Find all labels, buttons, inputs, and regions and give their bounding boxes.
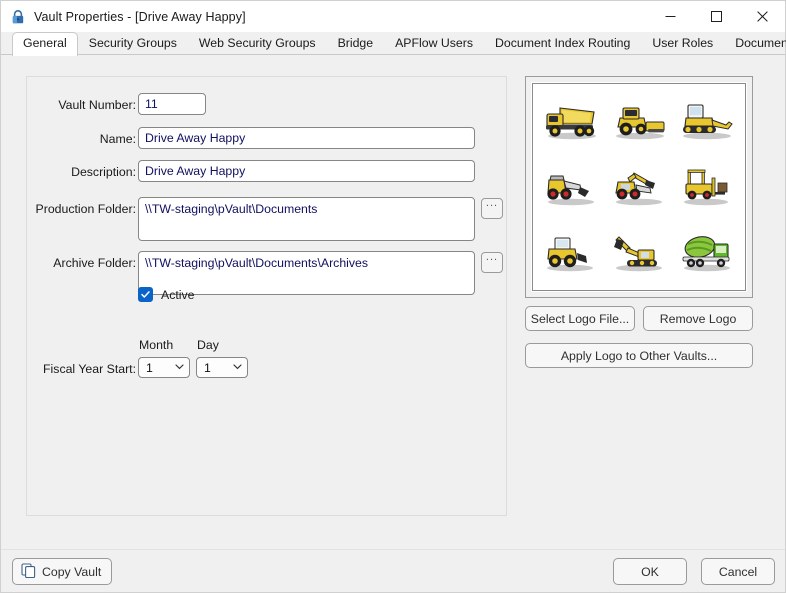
- tab-web-security-groups[interactable]: Web Security Groups: [188, 32, 327, 55]
- tab-user-roles[interactable]: User Roles: [641, 32, 724, 55]
- ok-button[interactable]: OK: [613, 558, 687, 585]
- month-value: 1: [146, 360, 153, 375]
- chevron-down-icon: [232, 361, 243, 375]
- tab-bar: General Security Groups Web Security Gro…: [1, 32, 786, 56]
- close-button[interactable]: [739, 1, 785, 32]
- window-controls: [647, 1, 785, 32]
- dialog-footer: Copy Vault OK Cancel: [1, 549, 785, 592]
- active-checkbox[interactable]: [138, 287, 153, 302]
- active-checkbox-row[interactable]: Active: [138, 287, 195, 302]
- tab-apflow-users[interactable]: APFlow Users: [384, 32, 484, 55]
- tab-document-publishing[interactable]: Document Publishing: [724, 32, 786, 55]
- road-roller-icon: [605, 88, 673, 154]
- logo-preview-frame: [525, 76, 753, 298]
- tab-document-index-routing[interactable]: Document Index Routing: [484, 32, 641, 55]
- remove-logo-button[interactable]: Remove Logo: [643, 306, 753, 331]
- name-label: Name:: [99, 132, 136, 146]
- copy-vault-label: Copy Vault: [42, 564, 102, 579]
- cancel-button[interactable]: Cancel: [701, 558, 775, 585]
- day-header-label: Day: [197, 338, 219, 352]
- tab-security-groups[interactable]: Security Groups: [78, 32, 188, 55]
- check-icon: [141, 291, 150, 298]
- vault-properties-window: Vault Properties - [Drive Away Happy] Ge…: [0, 0, 786, 593]
- production-folder-browse-button[interactable]: ...: [481, 198, 503, 219]
- lock-icon: [10, 9, 26, 25]
- apply-logo-to-other-vaults-button[interactable]: Apply Logo to Other Vaults...: [525, 343, 753, 368]
- window-title: Vault Properties - [Drive Away Happy]: [34, 9, 246, 24]
- name-input[interactable]: Drive Away Happy: [138, 127, 475, 149]
- bulldozer-icon: [673, 88, 741, 154]
- archive-folder-label: Archive Folder:: [53, 256, 136, 270]
- cement-mixer-truck-icon: [673, 220, 741, 286]
- excavator-icon: [605, 220, 673, 286]
- month-dropdown[interactable]: 1: [138, 357, 190, 378]
- description-label: Description:: [71, 165, 136, 179]
- forklift-icon: [673, 154, 741, 220]
- wheel-loader-icon: [537, 220, 605, 286]
- day-value: 1: [204, 360, 211, 375]
- copy-icon: [21, 562, 36, 581]
- dump-truck-icon: [537, 88, 605, 154]
- title-bar: Vault Properties - [Drive Away Happy]: [1, 1, 785, 32]
- logo-image: [532, 83, 746, 291]
- vault-number-label: Vault Number:: [58, 98, 136, 112]
- tab-general[interactable]: General: [12, 32, 78, 56]
- copy-vault-button[interactable]: Copy Vault: [12, 558, 113, 585]
- month-header-label: Month: [139, 338, 174, 352]
- tab-bridge[interactable]: Bridge: [327, 32, 385, 55]
- vault-number-input[interactable]: 11: [138, 93, 206, 115]
- select-logo-file-button[interactable]: Select Logo File...: [525, 306, 635, 331]
- production-folder-label: Production Folder:: [35, 202, 136, 216]
- backhoe-loader-icon: [605, 154, 673, 220]
- archive-folder-browse-button[interactable]: ...: [481, 252, 503, 273]
- minimize-button[interactable]: [647, 1, 693, 32]
- fiscal-year-start-label: Fiscal Year Start:: [43, 362, 136, 376]
- day-dropdown[interactable]: 1: [196, 357, 248, 378]
- chevron-down-icon: [174, 361, 185, 375]
- description-input[interactable]: Drive Away Happy: [138, 160, 475, 182]
- skid-steer-loader-icon: [537, 154, 605, 220]
- production-folder-input[interactable]: \\TW-staging\pVault\Documents: [138, 197, 475, 241]
- active-label: Active: [161, 287, 195, 302]
- maximize-button[interactable]: [693, 1, 739, 32]
- general-tab-panel: Vault Number: 11 Name: Drive Away Happy …: [1, 55, 785, 549]
